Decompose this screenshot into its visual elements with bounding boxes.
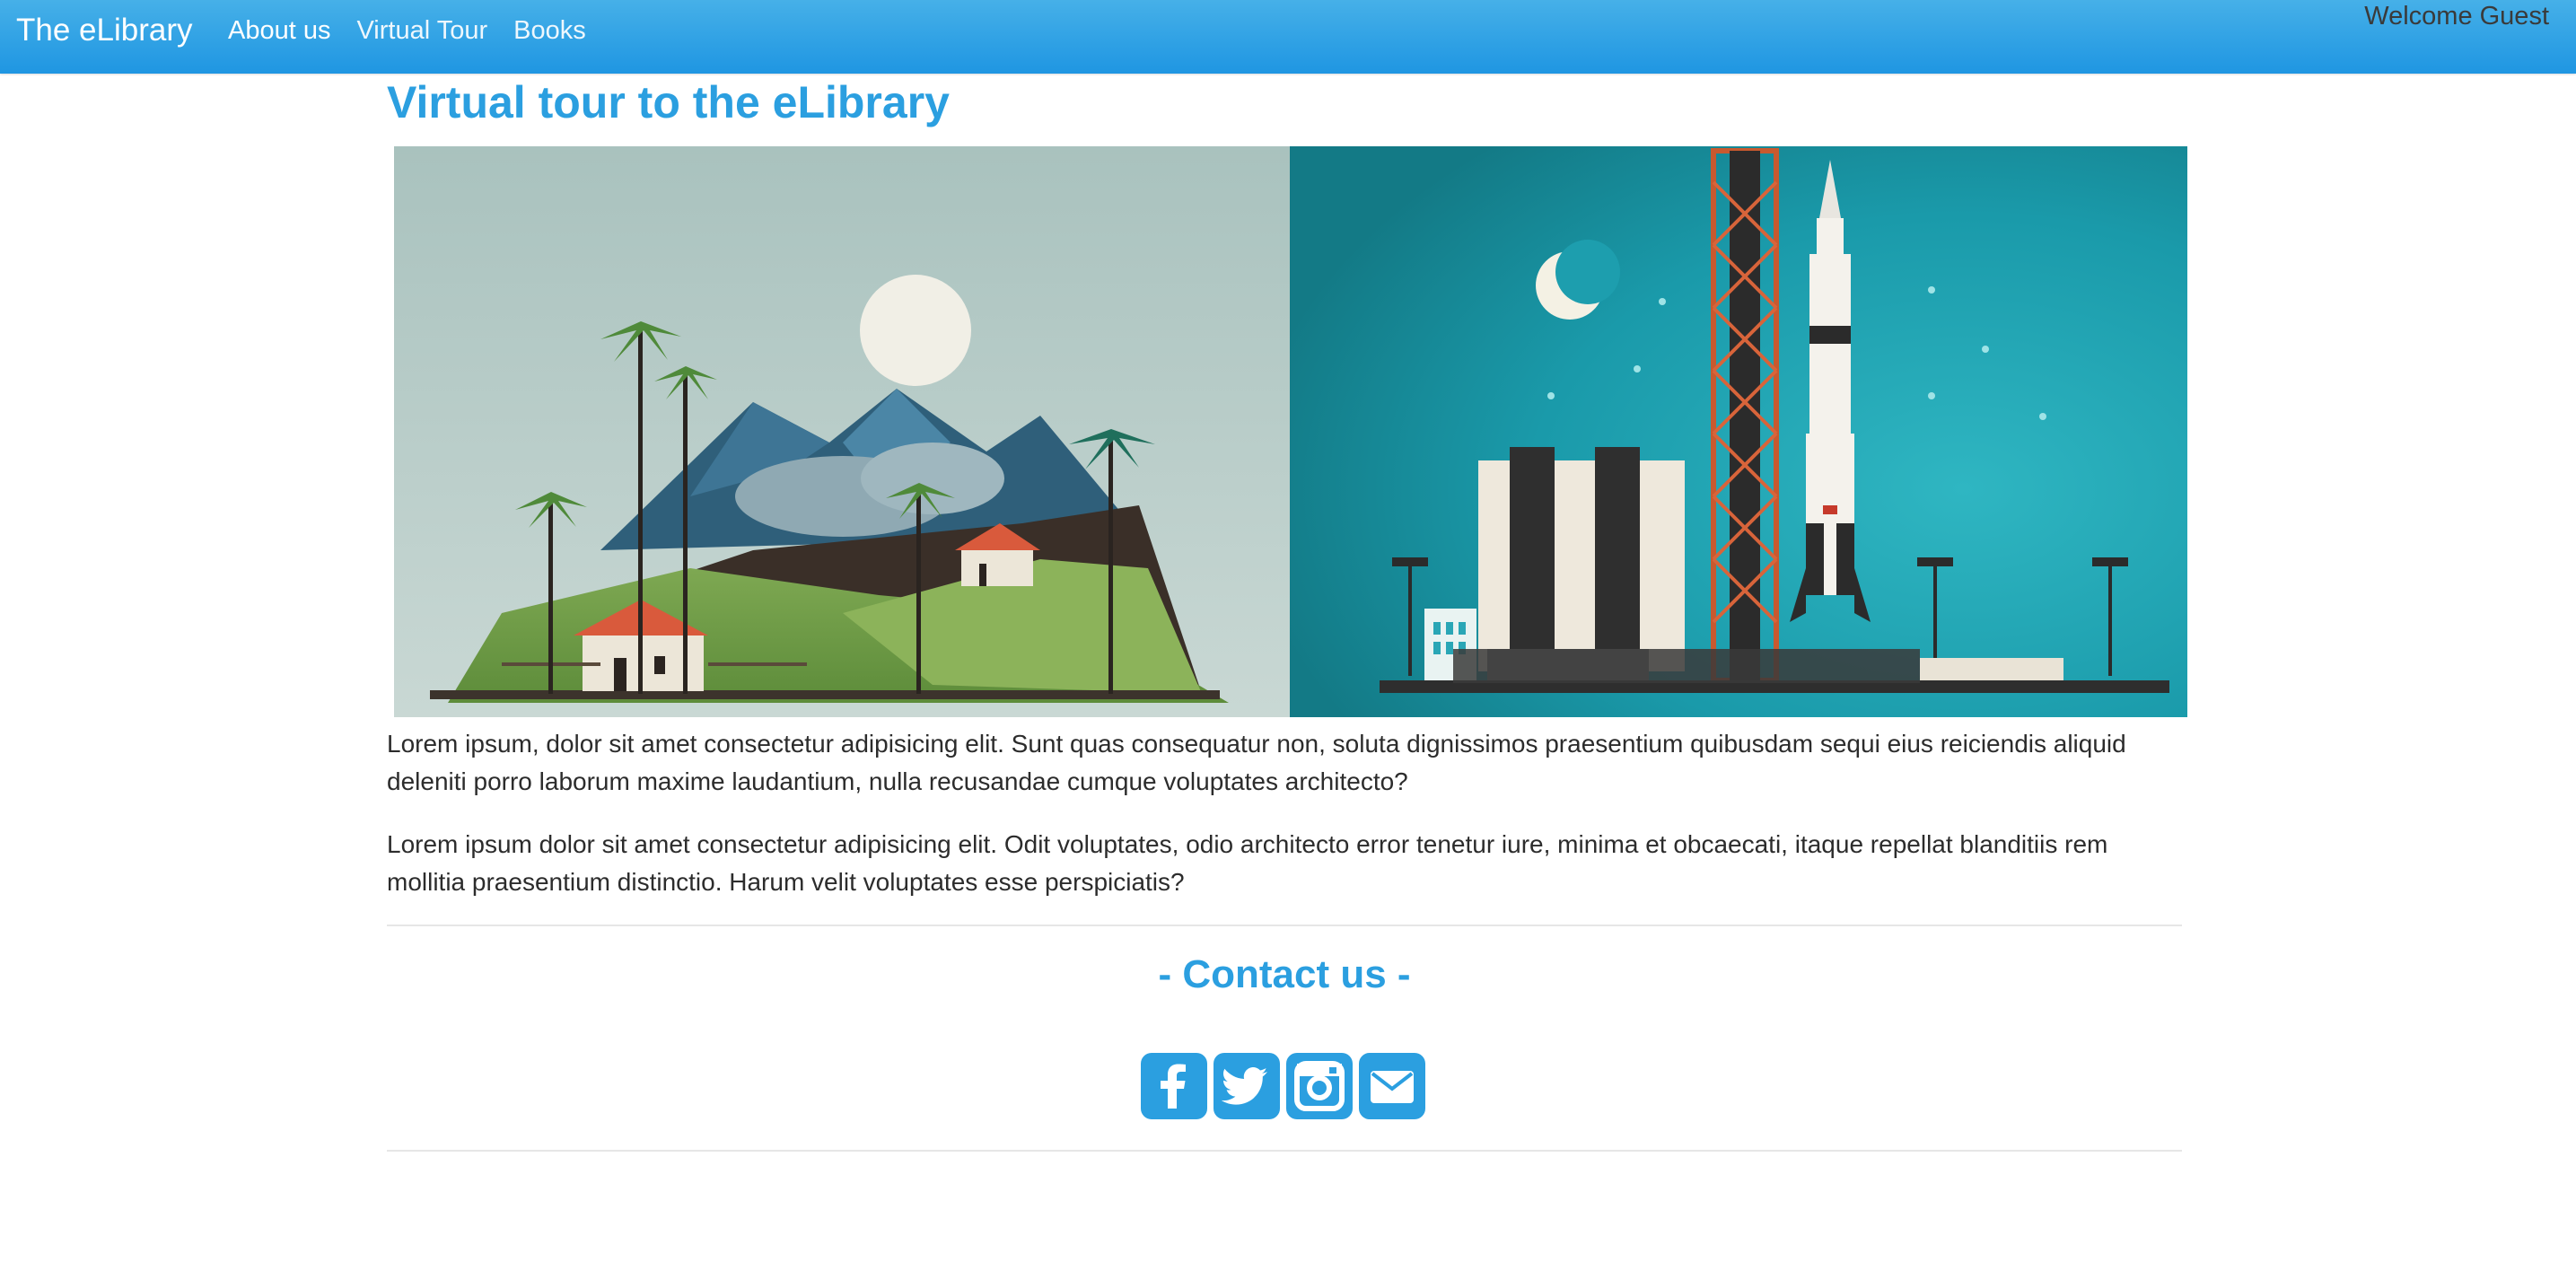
twitter-icon[interactable]: [1214, 1053, 1280, 1119]
main-nav: About us Virtual Tour Books: [228, 16, 612, 46]
instagram-icon[interactable]: [1286, 1053, 1353, 1119]
welcome-user-text: Welcome Guest: [2364, 2, 2549, 31]
nav-link-virtual-tour[interactable]: Virtual Tour: [356, 16, 487, 46]
top-navbar: The eLibrary About us Virtual Tour Books…: [0, 0, 2576, 74]
brand-logo-link[interactable]: The eLibrary: [16, 13, 192, 48]
nav-link-books[interactable]: Books: [513, 16, 586, 46]
email-icon[interactable]: [1359, 1053, 1425, 1119]
virtual-tour-image: [394, 146, 2187, 717]
nav-link-about-us[interactable]: About us: [228, 16, 330, 46]
contact-heading: - Contact us -: [1158, 952, 1411, 996]
page-title: Virtual tour to the eLibrary: [387, 77, 950, 127]
social-links: [1141, 1053, 1425, 1119]
intro-paragraph-2: Lorem ipsum dolor sit amet consectetur a…: [387, 830, 2108, 896]
divider-top: [387, 925, 2182, 926]
intro-paragraph-1: Lorem ipsum, dolor sit amet consectetur …: [387, 730, 2126, 795]
facebook-icon[interactable]: [1141, 1053, 1207, 1119]
village-scene: [394, 146, 1290, 717]
divider-bottom: [387, 1150, 2182, 1152]
launch-pad-scene: [1290, 146, 2187, 717]
